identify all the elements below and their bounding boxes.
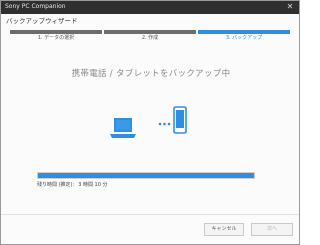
step-create: 2. 作成: [104, 30, 196, 44]
close-button[interactable]: ✕: [285, 2, 295, 12]
step-select-data: 1. データの選択: [10, 30, 102, 44]
phone-icon: [173, 106, 187, 134]
step-backup: 3. バックアップ: [198, 30, 290, 44]
remaining-time-label: 残り時間 (推定):: [37, 182, 75, 188]
step-label: 2. 作成: [141, 35, 159, 41]
progress-fill: [38, 173, 254, 178]
wizard-steps: 1. データの選択 2. 作成 3. バックアップ: [10, 30, 290, 44]
title-bar: Sony PC Companion ✕: [1, 1, 299, 14]
step-label: 1. データの選択: [37, 35, 75, 41]
step-bar: [198, 30, 290, 34]
remaining-time: 残り時間 (推定): 3 時間 10 分: [37, 182, 108, 189]
step-bar: [10, 30, 102, 34]
laptop-icon: [110, 118, 136, 138]
step-bar: [104, 30, 196, 34]
cancel-button[interactable]: キャンセル: [204, 223, 244, 236]
transfer-dots-icon: [158, 122, 171, 126]
backup-heading: 携帯電話 / タブレットをバックアップ中: [71, 69, 231, 79]
footer-divider: [1, 214, 299, 215]
next-button[interactable]: 次へ: [251, 223, 293, 236]
step-label: 3. バックアップ: [225, 35, 263, 41]
backup-progress-bar: [37, 172, 255, 179]
app-title: Sony PC Companion: [5, 3, 66, 10]
wizard-title: バックアップウィザード: [6, 17, 78, 25]
remaining-time-value: 3 時間 10 分: [78, 182, 108, 188]
wizard-window: Sony PC Companion ✕ バックアップウィザード 1. データの選…: [0, 0, 300, 245]
